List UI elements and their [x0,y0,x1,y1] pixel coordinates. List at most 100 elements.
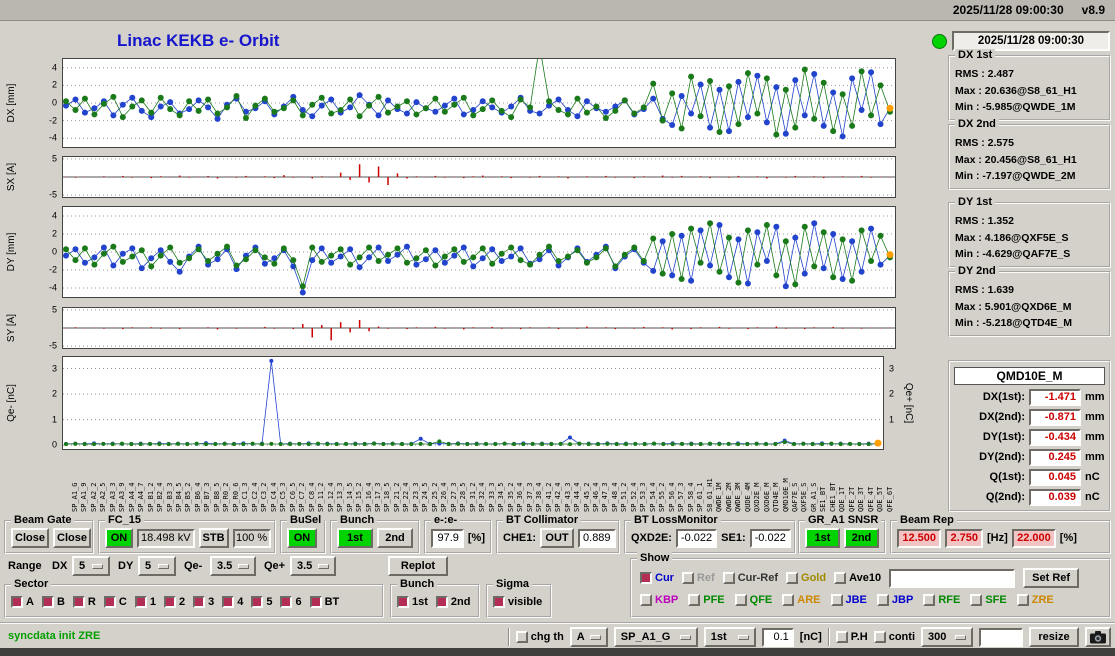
x-axis-label: SP_R0_2 [222,482,231,512]
sy-y-axis: SY [A] 5 -5 [0,304,62,350]
titlebar-version: v8.9 [1081,3,1105,17]
threshold-input[interactable]: 0.1 [761,627,794,647]
x-axis-label: SP_A2_5 [99,482,108,512]
bunch-filter-checkbox-1st[interactable] [397,596,409,608]
tick-label: 0 [51,97,57,108]
show-checkbox-zre[interactable] [1016,594,1029,606]
x-axis-label: SP_C3_2 [260,482,269,512]
sector-checkbox-c[interactable] [103,596,116,608]
sector-checkbox-2[interactable] [163,596,176,608]
stat-min: Min : -4.629@QAF7E_S [955,248,1071,261]
qe-y-axis: Qe- [nC] 3 2 1 0 [0,356,62,450]
range-qe-plus-select[interactable]: 3.5 [290,556,336,576]
busel-on-button[interactable]: ON [287,528,317,548]
range-qe-plus-value: 3.5 [297,560,313,572]
bt-collimator-group: BT Collimator CHE1: OUT 0.889 [496,514,620,554]
sector-checkbox-1[interactable] [134,596,147,608]
range-qe-minus-select[interactable]: 3.5 [210,556,256,576]
stat-min: Min : -5.985@QWDE_1M [955,101,1076,114]
show-checkbox-sfe[interactable] [970,594,983,606]
bpm-select-value: SP_A1_G [620,631,671,643]
bunch-2nd-button[interactable]: 2nd [377,528,413,548]
x-axis-label: SP_58_4 [686,482,695,512]
gr-a1-2nd-button[interactable]: 2nd [844,528,879,548]
fc15-on-button[interactable]: ON [105,528,133,548]
resize-button[interactable]: resize [1029,627,1079,647]
range-dx-select[interactable]: 5 [72,556,110,576]
show-label-cur-ref: Cur-Ref [737,572,779,584]
sector-checkbox-bt[interactable] [309,596,322,608]
qmd-dx1-label: DX(1st): [982,391,1025,403]
bunch-1st-button[interactable]: 1st [337,528,373,548]
bunch-filter-label-1st: 1st [412,596,428,608]
threshold-unit: [nC] [799,631,822,643]
x-axis-label: SP_52_4 [629,482,638,512]
sx-y-axis: SX [A] 5 -5 [0,153,62,199]
show-row-2: KBP PFE QFE ARE JBE JBP RFE SFE ZRE [640,594,1054,606]
x-axis-label: QWDE_3M [734,482,743,512]
conti-checkbox[interactable] [873,631,886,643]
replot-button[interactable]: Replot [388,556,448,576]
chg-th-checkbox[interactable] [515,631,528,643]
sigma-checkbox-visible[interactable] [493,596,505,608]
set-ref-button[interactable]: Set Ref [1023,568,1080,588]
bpm-select[interactable]: SP_A1_G [613,627,698,647]
show-item-are: ARE [782,594,821,606]
status-bar: syncdata init ZRE chg th A SP_A1_G 1st 0… [0,622,1115,648]
sector-checkbox-r[interactable] [72,596,85,608]
sector-checkbox-3[interactable] [193,596,206,608]
snapshot-button[interactable] [1085,627,1111,647]
range-dy-select[interactable]: 5 [138,556,176,576]
sector-checkbox-5[interactable] [251,596,264,608]
qmd-dx1-unit: mm [1085,391,1105,403]
bt-lossmonitor-group: BT LossMonitor QXD2E: -0.022 SE1: -0.022 [624,514,796,554]
show-checkbox-kbp[interactable] [640,594,652,606]
show-checkbox-cur-ref[interactable] [722,572,735,584]
fc15-label: FC_15 [105,514,145,527]
fc15-stb-button[interactable]: STB [198,528,229,548]
show-checkbox-rfe[interactable] [923,594,936,606]
mode-select[interactable]: A [569,627,608,647]
show-checkbox-gold[interactable] [786,572,799,584]
show-checkbox-cur[interactable] [640,572,652,584]
show-checkbox-ave10[interactable] [834,572,847,584]
x-axis-label: SP_A1_9 [80,482,89,512]
sector-checkbox-b[interactable] [41,596,54,608]
aux-input[interactable] [979,627,1023,647]
bunch-select[interactable]: 1st [703,627,756,647]
x-axis-label: SP_56_4 [667,482,676,512]
ref-name-input[interactable] [889,568,1016,588]
show-checkbox-qfe[interactable] [734,594,747,606]
sector-checkbox-4[interactable] [222,596,235,608]
beam-gate-close-1-button[interactable]: Close [11,528,49,548]
x-axis-label: QTD4E_M [772,482,781,512]
ph-checkbox[interactable] [835,631,848,643]
show-checkbox-pfe[interactable] [688,594,701,606]
menu-glyph [737,634,749,640]
qmd10e-panel: QMD10E_M DX(1st): -1.471 mm DX(2nd): -0.… [948,360,1111,512]
dx-plot-area [62,58,896,148]
tick-label: 1 [889,414,895,425]
che1-value: 0.889 [578,528,616,548]
beam-gate-close-2-button[interactable]: Close [53,528,91,548]
show-checkbox-ref[interactable] [681,572,694,584]
show-label-jbe: JBE [845,594,867,606]
bunch-filter-checkbox-2nd[interactable] [435,596,448,608]
che1-out-button[interactable]: OUT [540,528,575,548]
sector-checkbox-a[interactable] [11,596,23,608]
dy-2nd-stats: DY 2nd RMS : 1.639 Max : 5.901@QXD6E_M M… [948,265,1111,337]
x-axis-label: SP_B7_3 [203,482,212,512]
show-checkbox-are[interactable] [782,594,795,606]
tick-label: 4 [51,62,57,73]
count-select[interactable]: 300 [921,627,973,647]
sector-checkbox-6[interactable] [280,596,293,608]
menu-glyph [238,563,249,569]
show-checkbox-jbp[interactable] [876,594,889,606]
stat-max: Max : 5.901@QXD6E_M [955,300,1072,313]
x-axis-label: SP_C8_4 [307,482,316,512]
x-axis-label: SP_C4_4 [269,482,278,512]
gr-a1-1st-button[interactable]: 1st [805,528,840,548]
show-checkbox-jbe[interactable] [830,594,843,606]
x-axis-label: QFE_2T [847,486,856,512]
x-axis-label: QWDE_2M [724,482,733,512]
